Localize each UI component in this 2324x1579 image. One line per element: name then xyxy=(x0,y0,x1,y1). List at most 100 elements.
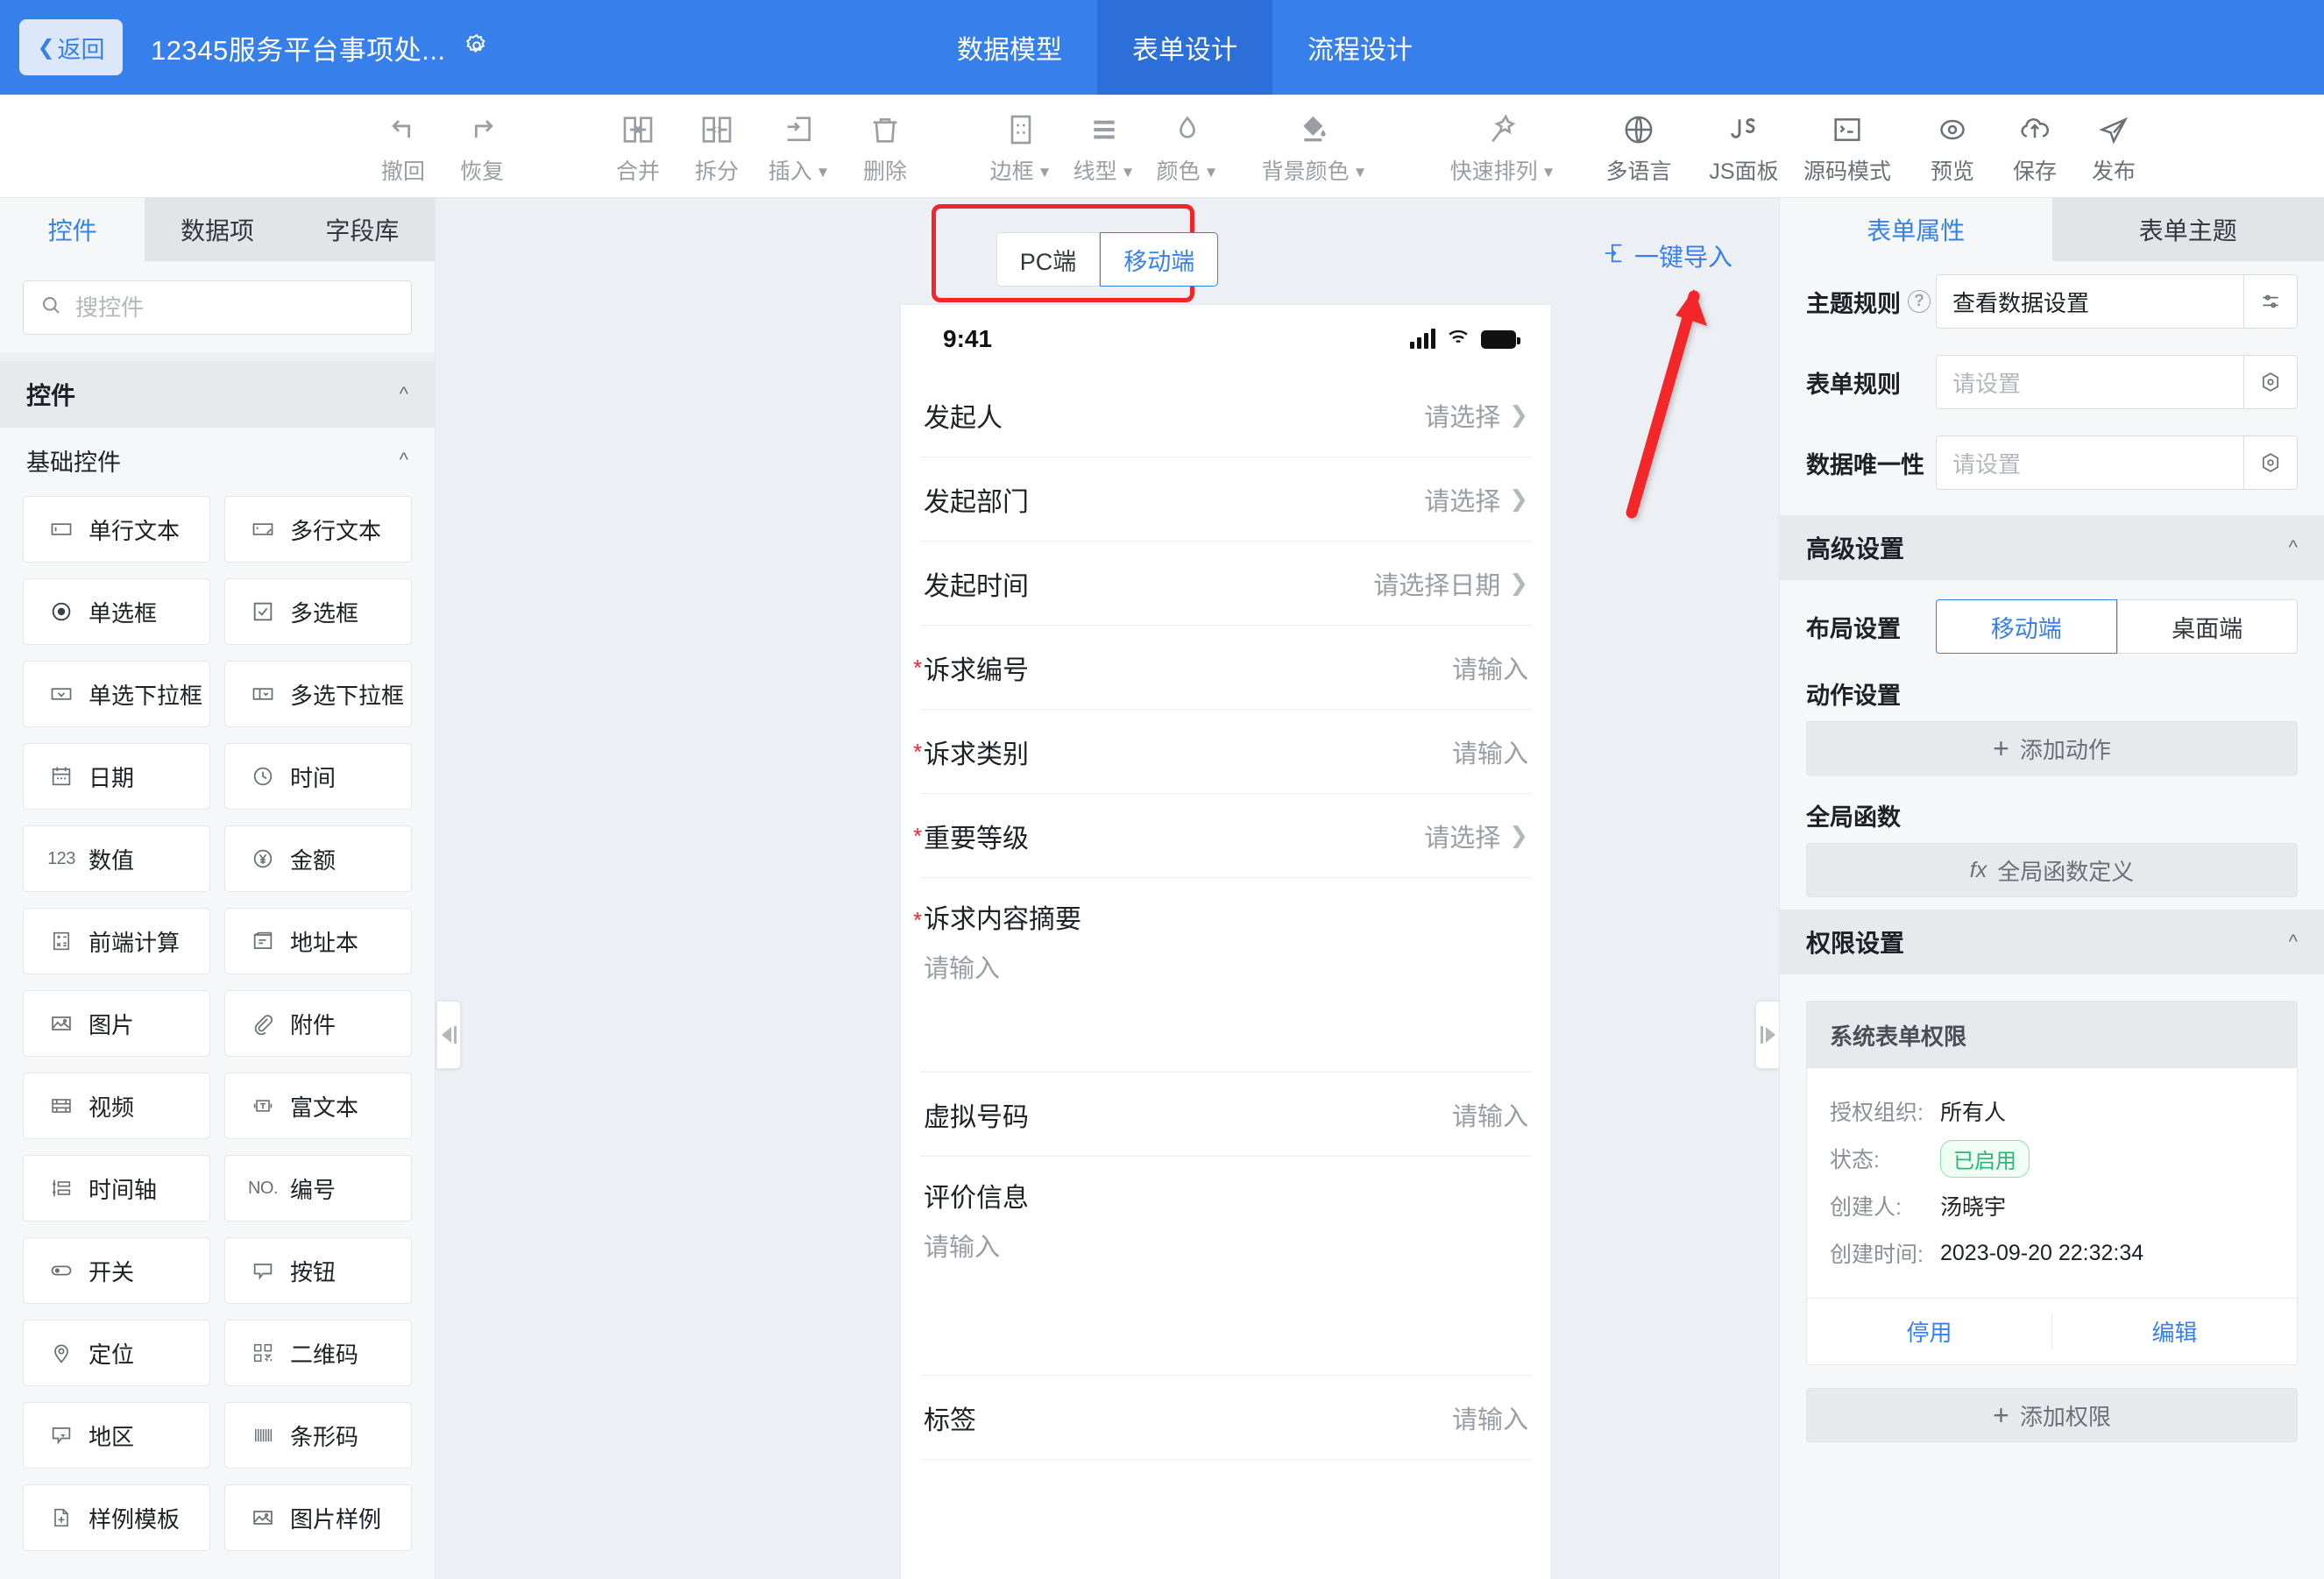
edit-permission-link[interactable]: 编辑 xyxy=(2052,1299,2297,1364)
hex-target-icon[interactable] xyxy=(2243,435,2298,490)
image-sample-icon xyxy=(248,1503,278,1533)
tab-form-theme[interactable]: 表单主题 xyxy=(2052,198,2324,261)
background-color-button[interactable]: 背景颜色 ▼ xyxy=(1262,107,1367,186)
tab-label: 字段库 xyxy=(325,217,400,244)
widget-group-header[interactable]: 控件 ^ xyxy=(0,361,435,428)
form-row[interactable]: 发起部门 请选择 ❯ xyxy=(920,457,1532,542)
tab-process-design[interactable]: 流程设计 xyxy=(1272,0,1448,95)
js-panel-button[interactable]: JS面板 xyxy=(1691,107,1796,186)
widget-image-sample[interactable]: 图片样例 xyxy=(224,1484,412,1551)
widget-frontend-calc[interactable]: 前端计算 xyxy=(23,908,210,974)
device-toggle-pc[interactable]: PC端 xyxy=(995,232,1101,287)
widget-sample-template[interactable]: 样例模板 xyxy=(23,1484,210,1551)
widget-single-line-text[interactable]: 单行文本 xyxy=(23,496,210,563)
search-input[interactable] xyxy=(23,280,412,335)
properties-panel: 表单属性 表单主题 主题规则 ? 查看数据设置 表单规则 请设置 数据唯一性 请… xyxy=(1779,198,2324,1579)
tab-field-library[interactable]: 字段库 xyxy=(290,198,435,261)
form-row[interactable]: 发起人 请选择 ❯ xyxy=(920,373,1532,457)
one-click-import-button[interactable]: 一键导入 xyxy=(1601,238,1732,273)
tab-widgets[interactable]: 控件 xyxy=(0,198,145,261)
widget-video[interactable]: 视频 xyxy=(23,1073,210,1139)
property-label: 主题规则 xyxy=(1806,290,1901,317)
global-function-define-button[interactable]: fx 全局函数定义 xyxy=(1806,843,2298,897)
collapse-left-panel-handle[interactable] xyxy=(436,1001,461,1069)
form-row[interactable]: 标签 请输入 xyxy=(920,1376,1532,1460)
widget-time[interactable]: 时间 xyxy=(224,743,412,810)
widget-timeline[interactable]: 时间轴 xyxy=(23,1155,210,1221)
multi-language-button[interactable]: 多语言 xyxy=(1586,107,1691,186)
tab-form-properties[interactable]: 表单属性 xyxy=(1780,198,2052,261)
form-row[interactable]: 评价信息 请输入 xyxy=(920,1157,1532,1376)
widget-qr-code[interactable]: 二维码 xyxy=(224,1320,412,1386)
layout-label: 布局设置 xyxy=(1806,615,1901,642)
top-bar: ❮ 返回 12345服务平台事项处... 数据模型 表单设计 流程设计 xyxy=(0,0,2324,95)
tab-label: 表单属性 xyxy=(1867,217,1966,244)
data-uniqueness-input[interactable]: 请设置 xyxy=(1936,435,2243,490)
device-toggle-mobile[interactable]: 移动端 xyxy=(1100,232,1219,287)
widget-region[interactable]: 地区 xyxy=(23,1402,210,1469)
permission-settings-header[interactable]: 权限设置 ^ xyxy=(1780,910,2324,974)
image-icon xyxy=(46,1009,76,1038)
delete-button[interactable]: 删除 xyxy=(833,107,938,186)
widget-date[interactable]: 日期 xyxy=(23,743,210,810)
barcode-icon xyxy=(248,1420,278,1450)
add-action-button[interactable]: + 添加动作 xyxy=(1806,721,2298,775)
widget-radio[interactable]: 单选框 xyxy=(23,578,210,645)
widget-image[interactable]: 图片 xyxy=(23,990,210,1057)
widget-serial-number[interactable]: NO. 编号 xyxy=(224,1155,412,1221)
disable-permission-link[interactable]: 停用 xyxy=(1807,1299,2051,1364)
tab-label: 数据模型 xyxy=(957,36,1062,65)
widget-single-select[interactable]: 单选下拉框 xyxy=(23,661,210,727)
advanced-settings-header[interactable]: 高级设置 ^ xyxy=(1780,515,2324,580)
form-row[interactable]: 发起时间 请选择日期 ❯ xyxy=(920,542,1532,626)
widget-label: 样例模板 xyxy=(89,1505,181,1533)
widget-multi-select[interactable]: 多选下拉框 xyxy=(224,661,412,727)
widget-button[interactable]: 按钮 xyxy=(224,1237,412,1304)
layout-option-desktop[interactable]: 桌面端 xyxy=(2116,599,2298,654)
widget-currency[interactable]: 金额 xyxy=(224,825,412,892)
widget-location[interactable]: 定位 xyxy=(23,1320,210,1386)
single-line-text-icon xyxy=(46,514,76,544)
widget-address-book[interactable]: 地址本 xyxy=(224,908,412,974)
widget-barcode[interactable]: 条形码 xyxy=(224,1402,412,1469)
form-row[interactable]: * 诉求编号 请输入 xyxy=(913,626,1532,710)
widget-rich-text[interactable]: 富文本 xyxy=(224,1073,412,1139)
hex-target-icon[interactable] xyxy=(2243,355,2298,409)
tab-label: 控件 xyxy=(47,217,97,244)
color-button[interactable]: 颜色 ▼ xyxy=(1135,107,1240,186)
layout-option-mobile[interactable]: 移动端 xyxy=(1936,599,2117,654)
publish-button[interactable]: 发布 xyxy=(2061,107,2166,186)
widget-multi-line-text[interactable]: 多行文本 xyxy=(224,496,412,563)
redo-button[interactable]: 恢复 xyxy=(429,107,535,186)
widget-grid: 单行文本 多行文本 单选框 多选框 单选下拉框 多选下拉框 日期 时间 123 数… xyxy=(0,492,435,1577)
form-row[interactable]: * 诉求内容摘要 请输入 xyxy=(913,878,1532,1073)
permission-row: 创建时间: 2023-09-20 22:32:34 xyxy=(1830,1229,2274,1277)
form-rule-input[interactable]: 请设置 xyxy=(1936,355,2243,409)
sliders-icon[interactable] xyxy=(2243,274,2298,329)
split-cells-icon xyxy=(699,107,734,152)
gear-icon[interactable] xyxy=(464,32,490,63)
add-permission-button[interactable]: + 添加权限 xyxy=(1806,1388,2298,1442)
source-mode-button[interactable]: 源码模式 xyxy=(1795,107,1900,186)
help-icon[interactable]: ? xyxy=(1908,290,1931,313)
theme-rule-input[interactable]: 查看数据设置 xyxy=(1936,274,2243,329)
widget-switch[interactable]: 开关 xyxy=(23,1237,210,1304)
form-row[interactable]: 虚拟号码 请输入 xyxy=(920,1073,1532,1157)
segment-label: 桌面端 xyxy=(2172,615,2243,642)
basic-widgets-header[interactable]: 基础控件 ^ xyxy=(0,428,435,492)
permission-key: 创建人: xyxy=(1830,1195,1902,1220)
quick-arrange-button[interactable]: 快速排列 ▼ xyxy=(1450,107,1555,186)
collapse-right-panel-handle[interactable] xyxy=(1755,1001,1780,1069)
search-field[interactable] xyxy=(75,294,395,322)
page-title: 12345服务平台事项处... xyxy=(151,34,446,66)
widget-attachment[interactable]: 附件 xyxy=(224,990,412,1057)
tab-data-model[interactable]: 数据模型 xyxy=(922,0,1097,95)
form-row[interactable]: * 重要等级 请选择 ❯ xyxy=(913,794,1532,878)
tab-form-design[interactable]: 表单设计 xyxy=(1097,0,1272,95)
tab-data-items[interactable]: 数据项 xyxy=(145,198,289,261)
signal-bars-icon xyxy=(1410,329,1435,349)
form-row[interactable]: * 诉求类别 请输入 xyxy=(913,710,1532,794)
widget-checkbox[interactable]: 多选框 xyxy=(224,578,412,645)
back-button[interactable]: ❮ 返回 xyxy=(19,19,123,75)
widget-number[interactable]: 123 数值 xyxy=(23,825,210,892)
